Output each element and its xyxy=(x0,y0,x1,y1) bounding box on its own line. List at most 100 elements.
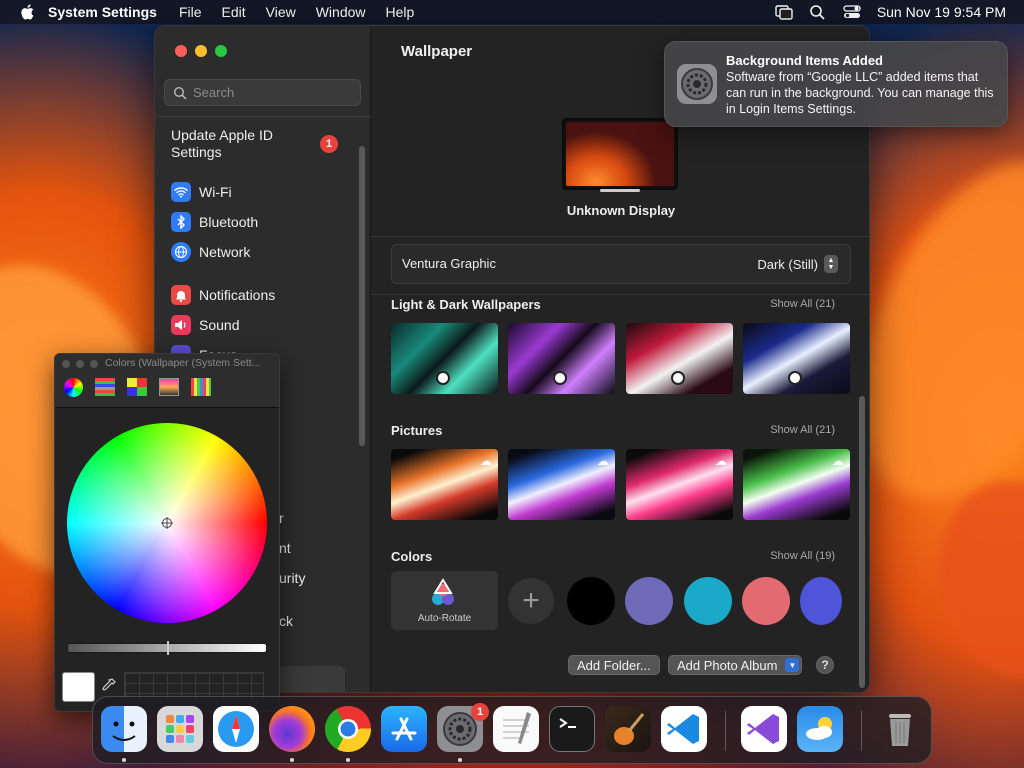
running-indicator xyxy=(458,758,462,762)
download-icon: ☁ xyxy=(832,454,844,468)
divider xyxy=(371,236,869,237)
sidebar-item-wifi[interactable]: Wi-Fi xyxy=(171,181,232,203)
auto-rotate-tile[interactable]: Auto-Rotate xyxy=(391,571,498,630)
appearance-popup[interactable]: Dark (Still) ▲ ▼ xyxy=(757,255,838,273)
sidebar-partial-item[interactable]: ck xyxy=(279,610,293,632)
panel-close-button[interactable] xyxy=(62,360,70,368)
main-scrollbar[interactable] xyxy=(859,396,865,688)
add-folder-button[interactable]: Add Folder... xyxy=(568,655,660,675)
sidebar-partial-item[interactable]: urity xyxy=(279,567,305,589)
color-wheel-tab-icon[interactable] xyxy=(64,378,83,397)
current-color-swatch[interactable] xyxy=(62,672,95,702)
terminal-icon[interactable] xyxy=(549,706,595,752)
chrome-icon[interactable] xyxy=(325,706,371,752)
garageband-icon[interactable] xyxy=(605,706,651,752)
apple-id-settings-item[interactable]: Update Apple ID Settings xyxy=(171,127,311,161)
divider xyxy=(371,294,869,295)
menu-edit[interactable]: Edit xyxy=(222,4,246,20)
sidebar-item-sound[interactable]: Sound xyxy=(171,314,239,336)
crosshair-icon[interactable] xyxy=(161,517,173,529)
sidebar-partial-item[interactable]: nt xyxy=(279,537,291,559)
finder-icon[interactable] xyxy=(101,706,147,752)
brightness-slider-knob[interactable] xyxy=(167,641,169,655)
wallpaper-thumbnail[interactable]: ☁ xyxy=(391,449,498,520)
add-photo-album-label: Add Photo Album xyxy=(677,657,778,673)
light-dark-icon xyxy=(671,371,685,385)
app-store-icon[interactable] xyxy=(381,706,427,752)
show-all-light-dark-button[interactable]: Show All (21) xyxy=(770,298,835,310)
system-settings-gear-icon xyxy=(677,64,717,104)
color-swatch[interactable] xyxy=(567,577,615,625)
textedit-icon[interactable] xyxy=(493,706,539,752)
color-swatch[interactable] xyxy=(684,577,732,625)
menu-app-name[interactable]: System Settings xyxy=(48,4,157,20)
pencils-tab-icon[interactable] xyxy=(191,378,211,396)
sidebar-item-bluetooth[interactable]: Bluetooth xyxy=(171,211,258,233)
wallpaper-thumbnail[interactable] xyxy=(391,323,498,394)
help-button[interactable]: ? xyxy=(816,656,834,674)
bell-icon xyxy=(171,285,191,305)
system-settings-badge: 1 xyxy=(471,703,489,721)
image-palettes-tab-icon[interactable] xyxy=(159,378,179,396)
wallpaper-thumbnail[interactable]: ☁ xyxy=(743,449,850,520)
zoom-button[interactable] xyxy=(215,45,227,57)
spotlight-search-icon[interactable] xyxy=(809,4,827,20)
visual-studio-icon[interactable] xyxy=(741,706,787,752)
notification-body: Software from “Google LLC” added items t… xyxy=(726,70,994,116)
dock-separator xyxy=(861,711,862,751)
running-indicator xyxy=(346,758,350,762)
add-photo-album-button[interactable]: Add Photo Album ▼ xyxy=(668,655,803,675)
add-color-button[interactable]: + xyxy=(508,578,554,624)
chevron-down-icon: ▼ xyxy=(785,658,800,672)
firefox-icon[interactable] xyxy=(269,706,315,752)
show-all-pictures-button[interactable]: Show All (21) xyxy=(770,424,835,436)
color-swatch[interactable] xyxy=(742,577,790,625)
wallpaper-thumbnail[interactable] xyxy=(743,323,850,394)
menu-window[interactable]: Window xyxy=(316,4,366,20)
color-palettes-tab-icon[interactable] xyxy=(127,378,147,396)
eyedropper-icon[interactable] xyxy=(102,678,116,694)
sidebar-item-network[interactable]: Network xyxy=(171,241,250,263)
menu-file[interactable]: File xyxy=(179,4,202,20)
section-title-light-dark: Light & Dark Wallpapers xyxy=(391,297,541,312)
launchpad-icon[interactable] xyxy=(157,706,203,752)
download-icon: ☁ xyxy=(715,454,727,468)
control-center-icon[interactable] xyxy=(843,4,861,20)
globe-icon xyxy=(171,242,191,262)
sidebar-item-label: Network xyxy=(199,244,251,260)
wallpaper-thumbnail[interactable]: ☁ xyxy=(626,449,733,520)
sidebar-scrollbar[interactable] xyxy=(359,146,365,446)
wallpaper-thumbnail[interactable] xyxy=(626,323,733,394)
wallpaper-thumbnail[interactable] xyxy=(508,323,615,394)
running-indicator xyxy=(290,758,294,762)
weather-icon[interactable] xyxy=(797,706,843,752)
menu-view[interactable]: View xyxy=(266,4,296,20)
bluetooth-icon xyxy=(171,212,191,232)
screen-mirroring-icon[interactable] xyxy=(775,4,793,20)
close-button[interactable] xyxy=(175,45,187,57)
search-field[interactable] xyxy=(164,79,361,106)
wallpaper-thumbnail[interactable]: ☁ xyxy=(508,449,615,520)
panel-minimize-button[interactable] xyxy=(76,360,84,368)
menu-help[interactable]: Help xyxy=(386,4,415,20)
notification-banner[interactable]: Background Items Added Software from “Go… xyxy=(664,41,1008,127)
search-input[interactable] xyxy=(193,85,353,100)
safari-icon[interactable] xyxy=(213,706,259,752)
chevron-updown-icon: ▲ ▼ xyxy=(824,255,838,273)
minimize-button[interactable] xyxy=(195,45,207,57)
speaker-icon xyxy=(171,315,191,335)
color-swatch[interactable] xyxy=(800,577,842,625)
color-swatch[interactable] xyxy=(625,577,673,625)
trash-icon[interactable] xyxy=(877,706,923,752)
panel-window-controls xyxy=(62,360,98,368)
vscode-icon[interactable] xyxy=(661,706,707,752)
light-dark-icon xyxy=(553,371,567,385)
menu-clock[interactable]: Sun Nov 19 9:54 PM xyxy=(877,4,1006,20)
sidebar-item-notifications[interactable]: Notifications xyxy=(171,284,275,306)
sidebar-selected-item[interactable] xyxy=(279,666,345,692)
show-all-colors-button[interactable]: Show All (19) xyxy=(770,550,835,562)
panel-zoom-button[interactable] xyxy=(90,360,98,368)
color-sliders-tab-icon[interactable] xyxy=(95,378,115,396)
display-preview xyxy=(562,118,678,190)
apple-menu-icon[interactable] xyxy=(18,2,38,22)
